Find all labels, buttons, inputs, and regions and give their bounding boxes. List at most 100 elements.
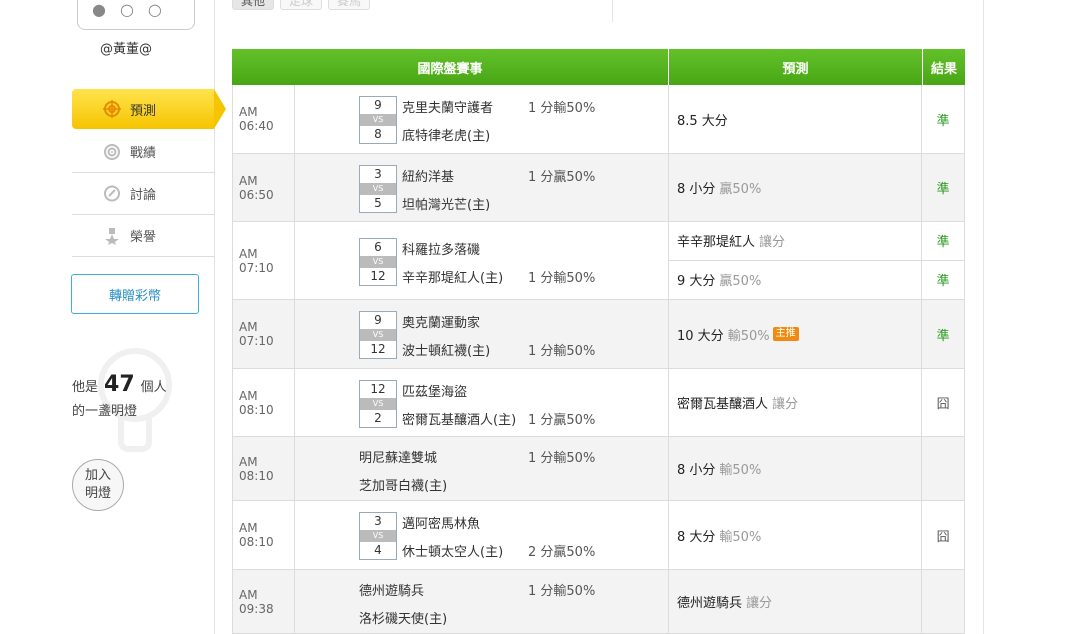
away-team[interactable]: 奧克蘭運動家 [402, 312, 480, 331]
vs-label: VS [360, 398, 396, 410]
avatar[interactable]: ●○○ [77, 0, 195, 30]
home-team[interactable]: 休士頓太空人(主) [402, 541, 503, 560]
sidebar-item-discuss[interactable]: 討論 [72, 173, 214, 215]
away-team[interactable]: 邁阿密馬林魚 [402, 513, 480, 532]
sidebar-item-honor[interactable]: 榮譽 [72, 215, 214, 257]
away-team[interactable]: 德州遊騎兵 [359, 580, 424, 599]
prediction-line: 8 大分 輸50% 囧 [669, 501, 964, 569]
prediction-main: 9 大分 [677, 274, 716, 290]
tab-soccer[interactable]: 足球 [280, 0, 323, 10]
sidebar-item-predict[interactable]: 預測 [72, 89, 226, 129]
sidebar: ●○○ @黃董@ 預測 戰績 討論 榮譽 轉贈彩幣 他是 47 個人 的一盞明燈… [0, 0, 226, 634]
match-cell: 明尼蘇達雙城 芝加哥白襪(主) 1 分輸50% [295, 437, 669, 500]
table-row: AM 06:50 3 VS 5 紐約洋基坦帕灣光芒(主) 1 分贏50% 8 小分 贏50% 準 [232, 154, 965, 222]
table-row: AM 08:10 明尼蘇達雙城 芝加哥白襪(主) 1 分輸50% 8 小分 輸50% [232, 437, 965, 501]
match-cell: 3 VS 4 邁阿密馬林魚 休士頓太空人(主) 2 分贏50% [295, 501, 669, 569]
prediction-cell: 8 小分 輸50% [669, 437, 965, 500]
prediction-odds: 輸50% [719, 463, 762, 478]
prediction-main: 密爾瓦基釀酒人 [677, 397, 769, 412]
prediction-main: 8 小分 [677, 182, 716, 197]
tab-horse[interactable]: 賽馬 [328, 0, 371, 10]
prediction-odds: 贏50% [719, 182, 762, 197]
prediction-cell: 8 大分 輸50% 囧 [669, 501, 965, 569]
home-rank: 4 [374, 543, 382, 557]
home-team[interactable]: 洛杉磯天使(主) [359, 608, 447, 627]
sidebar-item-record[interactable]: 戰績 [72, 131, 214, 173]
handicap-line: 1 分贏50% [528, 170, 596, 185]
game-time: AM 06:50 [232, 154, 295, 221]
sport-tabs: 其他 足球 賽馬 [232, 0, 371, 10]
rank-box: 9 VS 12 [359, 311, 397, 359]
result-status: 準 [936, 274, 950, 290]
vs-label: VS [360, 256, 396, 268]
sidebar-item-label: 討論 [130, 188, 157, 203]
result-status: 準 [936, 113, 950, 129]
prediction-value: 10 大分 輸50% 主推 [669, 300, 923, 368]
vs-label: VS [360, 183, 396, 195]
prediction-line: 8 小分 輸50% [669, 437, 964, 500]
home-team[interactable]: 坦帕灣光芒(主) [402, 194, 490, 213]
home-rank: 8 [374, 127, 382, 141]
away-rank: 3 [374, 167, 382, 181]
away-team[interactable]: 明尼蘇達雙城 [359, 447, 437, 466]
game-time: AM 08:10 [232, 437, 295, 500]
prediction-main: 8.5 大分 [677, 113, 728, 129]
tab-other[interactable]: 其他 [232, 0, 275, 10]
home-team[interactable]: 底特律老虎(主) [402, 125, 490, 144]
join-line1: 加入 [84, 468, 111, 483]
prediction-value: 9 大分 贏50% [669, 260, 923, 299]
home-team[interactable]: 波士頓紅襪(主) [402, 340, 490, 359]
join-line2: 明燈 [84, 486, 111, 501]
chat-icon [102, 184, 122, 204]
game-time: AM 09:38 [232, 570, 295, 633]
prediction-main: 10 大分 [677, 328, 724, 344]
away-team[interactable]: 匹茲堡海盜 [402, 381, 467, 400]
away-rank: 9 [374, 313, 382, 327]
prediction-cell: 10 大分 輸50% 主推準 [669, 300, 965, 368]
follower-prefix: 他是 [72, 380, 99, 395]
home-rank: 12 [370, 342, 386, 356]
home-team[interactable]: 密爾瓦基釀酒人(主) [402, 409, 516, 428]
sidebar-item-label: 榮譽 [130, 230, 157, 245]
target-icon [102, 99, 122, 119]
medal-icon [102, 226, 122, 246]
handicap-line: 1 分輸50% [528, 344, 596, 359]
match-cell: 9 VS 8 克里夫蘭守護者 底特律老虎(主) 1 分輸50% [295, 85, 669, 153]
rank-box: 3 VS 4 [359, 512, 397, 560]
home-rank: 5 [374, 196, 382, 210]
prediction-line: 10 大分 輸50% 主推準 [669, 300, 964, 368]
prediction-line: 辛辛那堤紅人 讓分準 [669, 222, 964, 261]
prediction-line: 德州遊騎兵 讓分 [669, 570, 964, 633]
lightbulb-base [118, 418, 152, 452]
prediction-main: 8 大分 [677, 529, 716, 545]
prediction-main: 德州遊騎兵 [677, 596, 743, 611]
prediction-odds: 輸50% [719, 529, 762, 545]
home-team[interactable]: 辛辛那堤紅人(主) [402, 267, 503, 286]
result-status: 準 [936, 182, 950, 197]
follower-suffix: 個人 [140, 380, 167, 395]
away-team[interactable]: 科羅拉多落磯 [402, 239, 480, 258]
away-rank: 9 [374, 98, 382, 112]
away-rank: 3 [374, 514, 382, 528]
sidebar-item-label: 戰績 [130, 146, 157, 161]
gift-coins-button[interactable]: 轉贈彩幣 [71, 274, 199, 314]
prediction-value: 8 小分 輸50% [669, 437, 923, 500]
prediction-value: 密爾瓦基釀酒人 讓分 [669, 369, 923, 436]
join-lightbulb-button[interactable]: 加入 明燈 [72, 459, 124, 511]
vs-label: VS [360, 530, 396, 542]
game-time: AM 07:10 [232, 222, 295, 299]
divider [983, 0, 984, 634]
rank-box: 6 VS 12 [359, 238, 397, 286]
result-status [922, 437, 964, 500]
follower-text: 他是 47 個人 [72, 372, 167, 397]
home-rank: 12 [370, 269, 386, 283]
vs-label: VS [360, 114, 396, 126]
prediction-line: 8.5 大分 準 [669, 85, 964, 153]
handicap-line: 1 分贏50% [528, 413, 596, 428]
home-team[interactable]: 芝加哥白襪(主) [359, 475, 447, 494]
away-team[interactable]: 紐約洋基 [402, 166, 454, 185]
match-cell: 3 VS 5 紐約洋基坦帕灣光芒(主) 1 分贏50% [295, 154, 669, 221]
away-team[interactable]: 克里夫蘭守護者 [402, 97, 493, 116]
table-row: AM 08:10 3 VS 4 邁阿密馬林魚 休士頓太空人(主) 2 分贏50% 8 大分 輸5… [232, 501, 965, 570]
home-rank: 2 [374, 411, 382, 425]
